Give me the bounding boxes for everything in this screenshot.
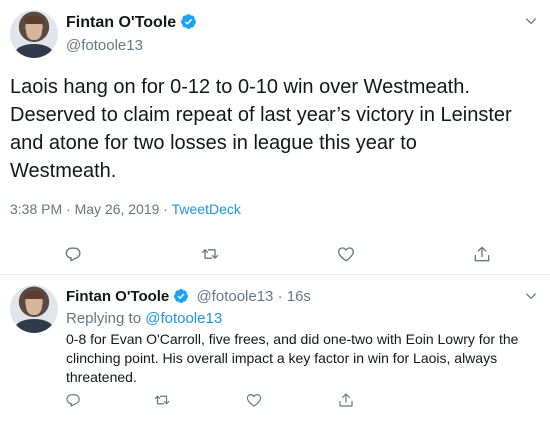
author-name-row[interactable]: Fintan O'Toole [66, 13, 197, 32]
reply-button[interactable] [64, 391, 82, 409]
author-handle[interactable]: @fotoole13 [66, 37, 143, 54]
author-name[interactable]: Fintan O'Toole [66, 14, 176, 31]
chevron-down-icon[interactable] [524, 14, 538, 28]
timestamp[interactable]: 3:38 PM · May 26, 2019 · [10, 201, 172, 217]
like-icon [338, 247, 354, 262]
tweet-text-line: Westmeath. [10, 160, 117, 182]
share-icon [339, 393, 353, 407]
reply-author-avatar[interactable] [10, 285, 58, 333]
reply-author-name[interactable]: Fintan O'Toole [66, 288, 169, 305]
replying-to-prefix: Replying to [66, 310, 146, 327]
chevron-down-icon[interactable] [524, 289, 538, 303]
reply-text-line: 0-8 for Evan O'Carroll, five frees, and … [66, 331, 519, 347]
share-button[interactable] [337, 391, 355, 409]
reply-button[interactable] [63, 244, 83, 264]
retweet-button[interactable] [153, 391, 171, 409]
reply-author-handle[interactable]: @fotoole13 [196, 288, 273, 305]
share-icon [474, 246, 490, 262]
verified-icon [174, 289, 189, 303]
verified-icon [181, 14, 197, 29]
like-button[interactable] [336, 244, 356, 264]
replying-to: Replying to @fotoole13 [66, 310, 222, 327]
replying-to-link[interactable]: @fotoole13 [145, 310, 222, 327]
share-button[interactable] [472, 244, 492, 264]
tweet-text-line: Laois hang on for 0-12 to 0-10 win over … [10, 76, 470, 98]
reply-time[interactable]: · 16s [278, 288, 311, 305]
reply-text-line: threatened. [66, 369, 137, 385]
main-tweet: Fintan O'Toole @fotoole13 Laois hang on … [0, 0, 550, 275]
retweet-icon [201, 249, 219, 259]
tweet-text-line: Deserved to claim repeat of last year’s … [10, 104, 512, 126]
author-avatar[interactable] [10, 10, 58, 58]
reply-icon [65, 247, 81, 262]
tweet-text-line: and atone for two losses in league this … [10, 132, 417, 154]
like-button[interactable] [245, 391, 263, 409]
reply-icon [66, 394, 80, 407]
reply-text-line: clinching point. His overall impact a ke… [66, 350, 498, 366]
reply-header[interactable]: Fintan O'Toole @fotoole13 · 16s [66, 288, 311, 305]
retweet-button[interactable] [200, 244, 220, 264]
reply-tweet[interactable]: Fintan O'Toole @fotoole13 · 16s Replying… [0, 275, 550, 442]
source-link[interactable]: TweetDeck [172, 201, 241, 217]
tweet-meta: 3:38 PM · May 26, 2019 · TweetDeck [10, 201, 241, 217]
retweet-icon [154, 395, 170, 405]
like-icon [246, 394, 262, 407]
